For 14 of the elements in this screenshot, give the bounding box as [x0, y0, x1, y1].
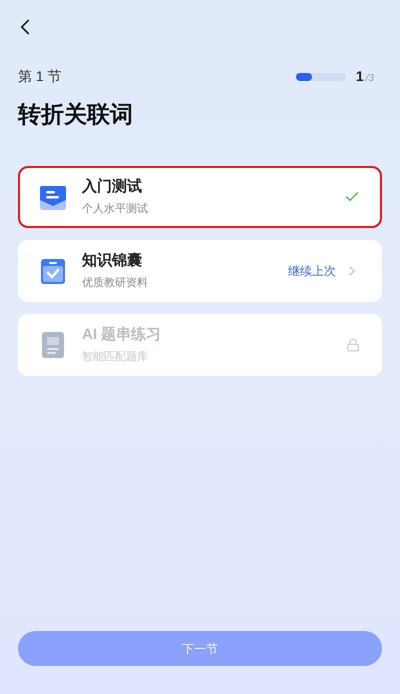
card-title: 知识锦囊 [82, 251, 143, 271]
card-title: AI 题串练习 [82, 325, 162, 345]
card-subtitle: 智能匹配题库 [82, 350, 149, 364]
lesson-card[interactable]: 知识锦囊 优质教研资料 继续上次 [18, 240, 382, 302]
card-subtitle: 优质教研资料 [82, 276, 149, 290]
progress-current: 1 [356, 67, 364, 86]
card-title: 入门测试 [82, 177, 143, 197]
progress-total: /3 [366, 72, 374, 86]
page-title: 转折关联词 [18, 100, 134, 129]
section-label: 第 1 节 [18, 67, 62, 86]
continue-link[interactable]: 继续上次 [288, 262, 336, 280]
lock-icon [346, 338, 360, 352]
card-subtitle: 个人水平测试 [82, 202, 149, 216]
lesson-card[interactable]: 入门测试 个人水平测试 [18, 166, 382, 228]
